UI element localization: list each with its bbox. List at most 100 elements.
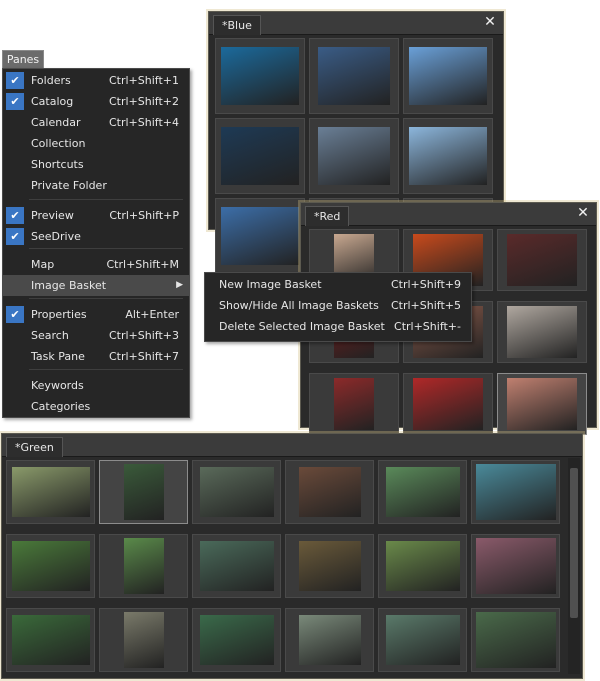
blue-thumbnail-cell[interactable] bbox=[215, 38, 305, 114]
red-thumbnail-cell[interactable] bbox=[497, 301, 587, 363]
red-thumbnail-image bbox=[507, 306, 577, 358]
menu-item-label: Catalog bbox=[31, 95, 74, 108]
menu-item-catalog[interactable]: ✔ Catalog Ctrl+Shift+2 bbox=[3, 91, 189, 112]
checkmark-icon: ✔ bbox=[6, 93, 24, 110]
scrollbar-thumb[interactable] bbox=[570, 468, 578, 618]
blue-thumbnail-image bbox=[409, 127, 487, 185]
green-thumbnail-image bbox=[385, 541, 460, 591]
green-thumbnail-cell[interactable] bbox=[471, 608, 560, 672]
menu-item-shortcut: Ctrl+Shift+4 bbox=[108, 116, 179, 129]
menu-item-shortcuts[interactable]: Shortcuts bbox=[3, 154, 189, 175]
menu-item-collection[interactable]: Collection bbox=[3, 133, 189, 154]
green-thumbnail-cell[interactable] bbox=[99, 534, 188, 598]
green-thumbnail-image bbox=[123, 612, 164, 668]
red-thumbnail-image bbox=[334, 378, 374, 430]
red-basket-tab[interactable]: *Red bbox=[305, 206, 350, 226]
red-basket-titlebar[interactable]: *Red ✕ bbox=[301, 203, 596, 226]
green-thumbnail-cell[interactable] bbox=[99, 460, 188, 524]
blue-thumbnail-cell[interactable] bbox=[215, 198, 305, 274]
green-thumbnail-cell[interactable] bbox=[378, 460, 467, 524]
menu-item-map[interactable]: Map Ctrl+Shift+M bbox=[3, 254, 189, 275]
green-thumbnail-cell[interactable] bbox=[6, 534, 95, 598]
close-icon[interactable]: ✕ bbox=[575, 205, 591, 221]
menu-item-categories[interactable]: Categories bbox=[3, 396, 189, 417]
menu-item-properties[interactable]: ✔ Properties Alt+Enter bbox=[3, 304, 189, 325]
menu-item-calendar[interactable]: Calendar Ctrl+Shift+4 bbox=[3, 112, 189, 133]
blue-thumbnail-image bbox=[221, 127, 299, 185]
green-thumbnail-image bbox=[11, 467, 90, 517]
green-thumbnail-cell[interactable] bbox=[471, 460, 560, 524]
submenu-item-show-hide-all-image-baskets[interactable]: Show/Hide All Image Baskets Ctrl+Shift+5 bbox=[205, 295, 471, 316]
blue-thumbnail-image bbox=[318, 47, 390, 105]
green-thumbnail-image bbox=[199, 615, 274, 665]
green-thumbnail-cell[interactable] bbox=[6, 608, 95, 672]
menu-item-label: Image Basket bbox=[31, 279, 107, 292]
blue-thumbnail-image bbox=[221, 47, 299, 105]
green-thumbnail-cell[interactable] bbox=[192, 460, 281, 524]
menu-item-task-pane[interactable]: Task Pane Ctrl+Shift+7 bbox=[3, 346, 189, 367]
menu-separator bbox=[29, 298, 183, 299]
close-icon[interactable]: ✕ bbox=[482, 14, 498, 30]
blue-basket-tab[interactable]: *Blue bbox=[213, 15, 261, 35]
blue-thumbnail-cell[interactable] bbox=[403, 118, 493, 194]
red-thumbnail-cell[interactable] bbox=[497, 229, 587, 291]
green-thumbnail-cell[interactable] bbox=[285, 608, 374, 672]
green-thumbnail-image bbox=[11, 541, 90, 591]
menu-item-seedrive[interactable]: ✔ SeeDrive bbox=[3, 226, 189, 247]
green-thumbnail-cell[interactable] bbox=[471, 534, 560, 598]
submenu-arrow-icon: ▶ bbox=[176, 280, 183, 290]
menu-item-label: Collection bbox=[31, 137, 86, 150]
red-thumbnail-cell[interactable] bbox=[309, 373, 399, 435]
blue-thumbnail-cell[interactable] bbox=[309, 118, 399, 194]
menu-item-label: Folders bbox=[31, 74, 71, 87]
green-thumbnail-cell[interactable] bbox=[378, 534, 467, 598]
submenu-item-delete-selected-image-basket[interactable]: Delete Selected Image Basket Ctrl+Shift+- bbox=[205, 316, 471, 337]
checkmark-icon: ✔ bbox=[6, 306, 24, 323]
blue-basket-titlebar[interactable]: *Blue ✕ bbox=[209, 12, 503, 35]
menu-item-shortcut: Ctrl+Shift+2 bbox=[108, 95, 179, 108]
green-thumbnail-image bbox=[298, 541, 361, 591]
green-thumbnail-image bbox=[298, 615, 361, 665]
checkmark-icon: ✔ bbox=[6, 207, 24, 224]
menu-item-label: Private Folder bbox=[31, 179, 107, 192]
blue-thumbnail-cell[interactable] bbox=[403, 38, 493, 114]
green-thumbnail-image bbox=[123, 464, 164, 520]
menu-item-folders[interactable]: ✔ Folders Ctrl+Shift+1 bbox=[3, 70, 189, 91]
red-thumbnail-image bbox=[507, 234, 577, 286]
green-thumbnail-cell[interactable] bbox=[285, 534, 374, 598]
red-thumbnail-image bbox=[507, 378, 577, 430]
menu-item-image-basket[interactable]: Image Basket ▶ bbox=[3, 275, 189, 296]
green-thumbnail-image bbox=[11, 615, 90, 665]
submenu-item-new-image-basket[interactable]: New Image Basket Ctrl+Shift+9 bbox=[205, 274, 471, 295]
submenu-item-shortcut: Ctrl+Shift+9 bbox=[390, 278, 461, 291]
menu-item-shortcut: Ctrl+Shift+P bbox=[109, 209, 179, 222]
green-thumbnail-image bbox=[475, 538, 556, 594]
green-basket-tab[interactable]: *Green bbox=[6, 437, 63, 457]
red-thumbnail-image bbox=[413, 378, 483, 430]
green-thumbnail-image bbox=[123, 538, 164, 594]
blue-thumbnail-cell[interactable] bbox=[309, 38, 399, 114]
menu-item-search[interactable]: Search Ctrl+Shift+3 bbox=[3, 325, 189, 346]
blue-thumbnail-image bbox=[409, 47, 487, 105]
green-thumbnail-cell[interactable] bbox=[192, 608, 281, 672]
green-basket-scrollbar[interactable] bbox=[568, 458, 580, 674]
red-thumbnail-cell[interactable] bbox=[403, 373, 493, 435]
menu-item-preview[interactable]: ✔ Preview Ctrl+Shift+P bbox=[3, 205, 189, 226]
menu-item-keywords[interactable]: Keywords bbox=[3, 375, 189, 396]
blue-thumbnail-cell[interactable] bbox=[215, 118, 305, 194]
menu-item-private-folder[interactable]: Private Folder bbox=[3, 175, 189, 196]
green-thumbnail-cell[interactable] bbox=[99, 608, 188, 672]
menu-separator bbox=[29, 199, 183, 200]
submenu-item-shortcut: Ctrl+Shift+- bbox=[394, 320, 461, 333]
submenu-item-label: Delete Selected Image Basket bbox=[219, 320, 385, 333]
green-thumbnail-cell[interactable] bbox=[378, 608, 467, 672]
green-thumbnail-cell[interactable] bbox=[192, 534, 281, 598]
panes-button[interactable]: Panes bbox=[2, 50, 44, 70]
red-thumbnail-cell[interactable] bbox=[497, 373, 587, 435]
menu-item-shortcut: Ctrl+Shift+3 bbox=[108, 329, 179, 342]
green-thumbnail-cell[interactable] bbox=[285, 460, 374, 524]
green-thumbnail-cell[interactable] bbox=[6, 460, 95, 524]
menu-item-label: Search bbox=[31, 329, 69, 342]
menu-item-label: Shortcuts bbox=[31, 158, 84, 171]
green-basket-titlebar[interactable]: *Green bbox=[2, 434, 582, 457]
